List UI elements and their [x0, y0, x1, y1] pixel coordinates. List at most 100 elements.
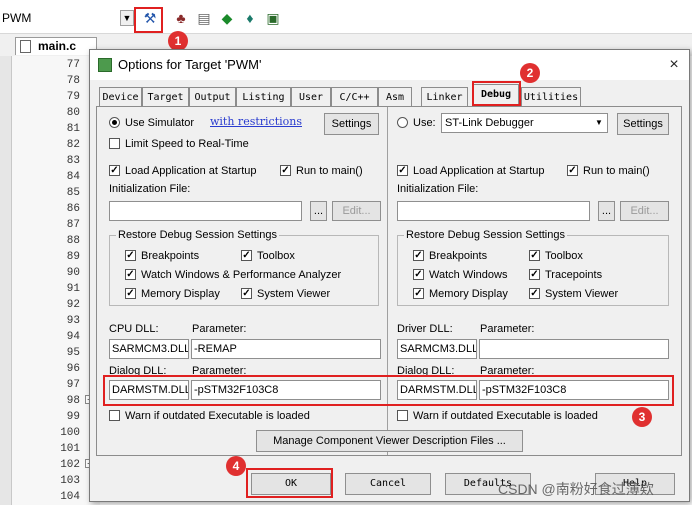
line-number: 103 — [60, 475, 80, 487]
driver-param-input[interactable] — [479, 339, 669, 359]
with-restrictions-link[interactable]: with restrictions — [210, 115, 302, 129]
right-load-app-checkbox[interactable]: ✓ — [397, 165, 408, 176]
use-simulator-label: Use Simulator — [125, 117, 195, 129]
watch-windows-checkbox[interactable]: ✓ — [125, 269, 136, 280]
dialog-titlebar[interactable]: Options for Target 'PWM' × — [90, 50, 689, 80]
right-breakpoints-checkbox[interactable]: ✓ — [413, 250, 424, 261]
manage-components-icon[interactable]: ♣ — [172, 9, 190, 27]
highlight-debug-tab — [472, 81, 521, 106]
warn-outdated-checkbox[interactable] — [109, 410, 120, 421]
line-number: 95 — [66, 347, 80, 359]
debugger-select[interactable]: ST-Link Debugger ▼ — [441, 113, 608, 133]
line-number: 98 — [66, 395, 80, 407]
right-init-file-browse-button[interactable]: ... — [598, 201, 615, 221]
warn-outdated-label: Warn if outdated Executable is loaded — [125, 410, 310, 422]
line-number: 90 — [66, 267, 80, 279]
limit-speed-checkbox[interactable] — [109, 138, 120, 149]
simulator-settings-button[interactable]: Settings — [324, 113, 379, 135]
limit-speed-label: Limit Speed to Real-Time — [125, 138, 249, 150]
left-strip — [0, 56, 12, 505]
image-icon[interactable]: ▣ — [264, 9, 282, 27]
tracepoints-label: Tracepoints — [545, 269, 603, 281]
tab-linker[interactable]: Linker — [421, 87, 468, 107]
toolbox-checkbox[interactable]: ✓ — [241, 250, 252, 261]
line-number: 82 — [66, 139, 80, 151]
right-init-file-edit-button[interactable]: Edit... — [620, 201, 669, 221]
run-to-main-label: Run to main() — [296, 165, 363, 177]
use-simulator-radio[interactable] — [109, 117, 120, 128]
right-init-file-input[interactable] — [397, 201, 590, 221]
breakpoints-checkbox[interactable]: ✓ — [125, 250, 136, 261]
cpu-param-label: Parameter: — [192, 323, 247, 335]
right-toolbox-checkbox[interactable]: ✓ — [529, 250, 540, 261]
right-run-to-main-label: Run to main() — [583, 165, 650, 177]
line-number: 96 — [66, 363, 80, 375]
line-gutter: 77 78 79 80 81 82 83 84 85 86 87 88 89 9… — [12, 56, 100, 505]
system-viewer-checkbox[interactable]: ✓ — [241, 288, 252, 299]
line-number: 99 — [66, 411, 80, 423]
line-number: 97 — [66, 379, 80, 391]
line-number: 91 — [66, 283, 80, 295]
toolbox-label: Toolbox — [257, 250, 295, 262]
close-icon[interactable]: × — [664, 55, 684, 75]
highlight-ok-button — [246, 468, 333, 498]
tab-user[interactable]: User — [291, 87, 331, 107]
tab-target[interactable]: Target — [142, 87, 189, 107]
tracepoints-checkbox[interactable]: ✓ — [529, 269, 540, 280]
cpu-dll-label: CPU DLL: — [109, 323, 159, 335]
tab-listing[interactable]: Listing — [236, 87, 291, 107]
target-select[interactable]: PWM ▼ — [0, 8, 136, 28]
annotation-badge-3: 3 — [632, 407, 652, 427]
right-init-file-label: Initialization File: — [397, 183, 479, 195]
toolbar: PWM ▼ ⚒ ♣ ▤ ◆ ♦ ▣ — [0, 0, 692, 34]
load-app-checkbox[interactable]: ✓ — [109, 165, 120, 176]
chevron-down-icon[interactable]: ▼ — [592, 115, 606, 131]
run-to-main-checkbox[interactable]: ✓ — [280, 165, 291, 176]
line-number: 77 — [66, 59, 80, 71]
right-run-to-main-checkbox[interactable]: ✓ — [567, 165, 578, 176]
line-number: 94 — [66, 331, 80, 343]
load-app-label: Load Application at Startup — [125, 165, 257, 177]
copy-icon[interactable]: ▤ — [195, 9, 213, 27]
right-toolbox-label: Toolbox — [545, 250, 583, 262]
init-file-input[interactable] — [109, 201, 302, 221]
pack-installer-icon[interactable]: ◆ — [218, 9, 236, 27]
cpu-dll-input[interactable]: SARMCM3.DLL — [109, 339, 189, 359]
line-number: 93 — [66, 315, 80, 327]
editor-tab-label: main.c — [38, 39, 77, 53]
memory-display-checkbox[interactable]: ✓ — [125, 288, 136, 299]
tab-asm[interactable]: Asm — [378, 87, 412, 107]
debug-tools-icon[interactable]: ♦ — [241, 9, 259, 27]
driver-dll-input[interactable]: SARMCM3.DLL — [397, 339, 477, 359]
right-watch-windows-checkbox[interactable]: ✓ — [413, 269, 424, 280]
app-icon — [98, 58, 112, 72]
line-number: 86 — [66, 203, 80, 215]
right-memory-display-label: Memory Display — [429, 288, 508, 300]
tab-c-cpp[interactable]: C/C++ — [331, 87, 378, 107]
chevron-down-icon[interactable]: ▼ — [120, 10, 134, 26]
right-memory-display-checkbox[interactable]: ✓ — [413, 288, 424, 299]
right-breakpoints-label: Breakpoints — [429, 250, 488, 262]
line-number: 78 — [66, 75, 80, 87]
init-file-edit-button[interactable]: Edit... — [332, 201, 381, 221]
tab-output[interactable]: Output — [189, 87, 236, 107]
cpu-param-input[interactable]: -REMAP — [191, 339, 381, 359]
dialog-title: Options for Target 'PWM' — [118, 57, 262, 72]
line-number: 89 — [66, 251, 80, 263]
cancel-button[interactable]: Cancel — [345, 473, 431, 495]
debugger-settings-button[interactable]: Settings — [617, 113, 669, 135]
annotation-badge-4: 4 — [226, 456, 246, 476]
line-number: 83 — [66, 155, 80, 167]
init-file-browse-button[interactable]: ... — [310, 201, 327, 221]
right-warn-outdated-checkbox[interactable] — [397, 410, 408, 421]
manage-viewer-files-button[interactable]: Manage Component Viewer Description File… — [256, 430, 523, 452]
line-number: 81 — [66, 123, 80, 135]
debugger-value: ST-Link Debugger — [445, 117, 534, 129]
driver-param-label: Parameter: — [480, 323, 535, 335]
tab-device[interactable]: Device — [99, 87, 142, 107]
use-debugger-radio[interactable] — [397, 117, 408, 128]
line-number: 100 — [60, 427, 80, 439]
right-system-viewer-checkbox[interactable]: ✓ — [529, 288, 540, 299]
editor-tab-main[interactable]: main.c — [15, 37, 97, 55]
tab-utilities[interactable]: Utilities — [521, 87, 581, 107]
